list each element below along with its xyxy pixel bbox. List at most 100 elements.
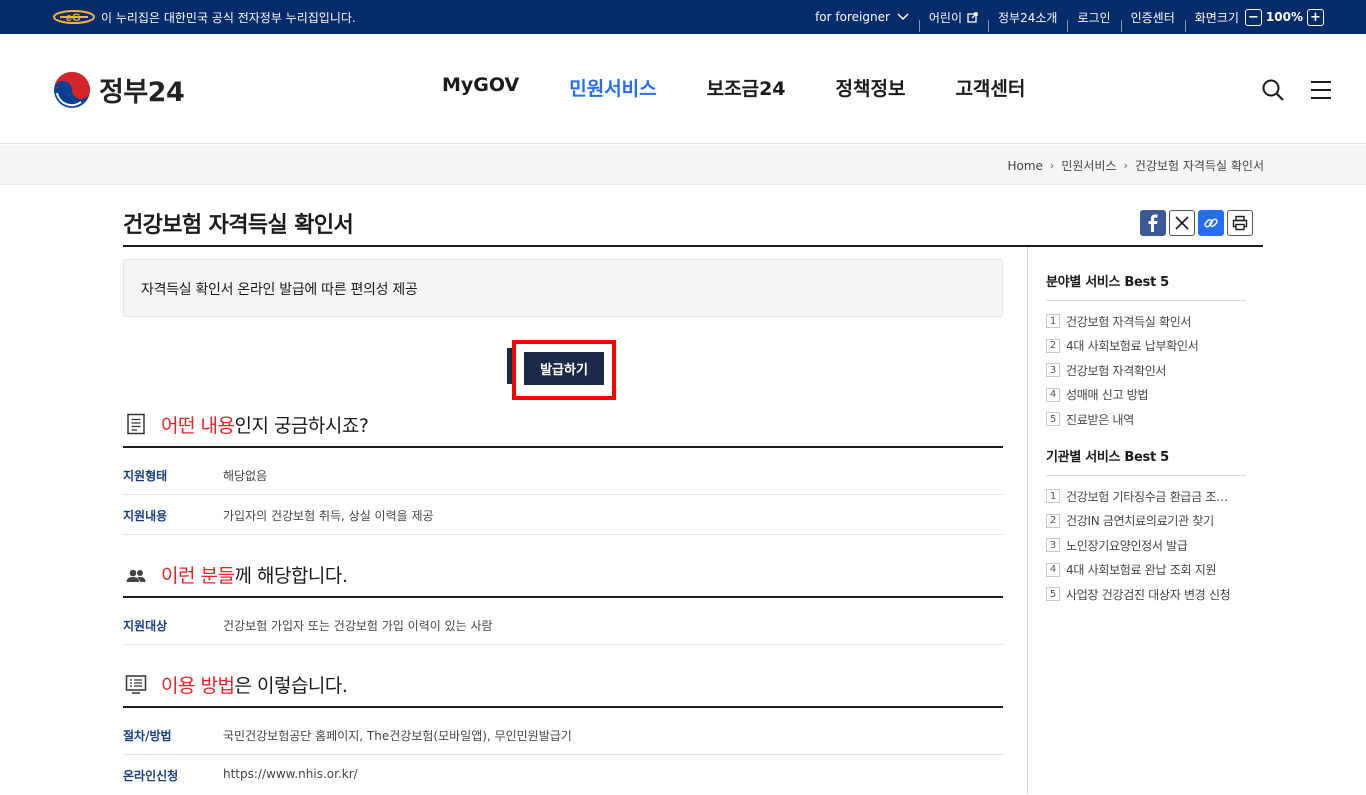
nav-subsidy24[interactable]: 보조금24 xyxy=(707,74,786,101)
section-how-title: 이용 방법은 이렇습니다. xyxy=(161,675,348,697)
chevron-right-icon: › xyxy=(1049,159,1055,172)
breadcrumb: Home › 민원서비스 › 건강보험 자격득실 확인서 xyxy=(1007,157,1264,174)
x-share-button[interactable] xyxy=(1169,210,1195,236)
sidebar-title: 분야별 서비스 Best 5 xyxy=(1046,271,1246,301)
brand-name: 정부24 xyxy=(99,77,185,108)
list-item[interactable]: 1 건강보험 자격득실 확인서 xyxy=(1046,309,1246,334)
nav-policy-info[interactable]: 정책정보 xyxy=(836,74,906,101)
chevron-right-icon: › xyxy=(1123,159,1128,172)
site-header: 정부24 MyGOV 민원서비스 보조금24 정책정보 고객센터 xyxy=(0,34,1366,144)
issue-button-highlight: 발급하기 xyxy=(512,340,616,400)
sidebar-agency-best: 기관별 서비스 Best 5 1 건강보험 기타징수금 환급금 조… 2 건강IN … xyxy=(1046,446,1246,607)
external-link-icon xyxy=(967,11,978,23)
rank-badge: 1 xyxy=(1046,489,1060,504)
cert-center-link[interactable]: 인증센터 xyxy=(1120,9,1185,32)
search-icon[interactable] xyxy=(1261,78,1285,102)
zoom-level: 100% xyxy=(1265,10,1303,24)
link-icon xyxy=(1204,218,1218,228)
rank-badge: 2 xyxy=(1046,513,1060,528)
section-how-header: 이용 방법은 이렇습니다. xyxy=(123,670,1003,708)
gov-banner: eG 이 누리집은 대한민국 공식 전자정부 누리집입니다. for forei… xyxy=(0,0,1366,34)
best-list: 1 건강보험 기타징수금 환급금 조… 2 건강IN 금연치료의료기관 찾기 3 노인… xyxy=(1046,484,1246,607)
print-icon xyxy=(1232,215,1248,231)
people-icon xyxy=(126,569,146,582)
utility-links: for foreigner 어린이 정부24소개 로그인 인증센터 화면크기 −… xyxy=(805,0,1334,34)
rank-badge: 2 xyxy=(1046,338,1060,353)
section-who-title: 이런 분들께 해당합니다. xyxy=(161,565,348,587)
section-what-header: 어떤 내용인지 궁금하시죠? xyxy=(123,410,1003,448)
x-icon xyxy=(1175,216,1189,230)
print-button[interactable] xyxy=(1227,210,1253,236)
table-row: 지원형태 해당없음 xyxy=(123,455,1003,495)
zoom-out-button[interactable]: − xyxy=(1244,8,1262,26)
list-item[interactable]: 3 노인장기요양인정서 발급 xyxy=(1046,533,1246,558)
rank-badge: 4 xyxy=(1046,387,1060,402)
breadcrumb-home[interactable]: Home xyxy=(1007,159,1042,173)
row-label: 온라인신청 xyxy=(123,769,179,783)
list-item[interactable]: 2 건강IN 금연치료의료기관 찾기 xyxy=(1046,509,1246,534)
list-item[interactable]: 1 건강보험 기타징수금 환급금 조… xyxy=(1046,484,1246,509)
breadcrumb-current: 건강보험 자격득실 확인서 xyxy=(1134,159,1264,173)
chevron-down-icon xyxy=(897,13,909,21)
sidebar-divider xyxy=(1027,247,1028,794)
taegeuk-logo-icon xyxy=(54,71,90,108)
menu-icon[interactable] xyxy=(1310,80,1332,100)
svg-text:eG: eG xyxy=(66,12,81,24)
table-row: 지원대상 건강보험 가입자 또는 건강보험 가입 이력이 있는 사람 xyxy=(123,605,1003,645)
summary-text: 자격득실 확인서 온라인 발급에 따른 편의성 제공 xyxy=(141,282,418,298)
rank-badge: 3 xyxy=(1046,363,1060,378)
row-label: 지원대상 xyxy=(123,619,168,633)
row-label: 절차/방법 xyxy=(123,729,172,743)
official-notice: 이 누리집은 대한민국 공식 전자정부 누리집입니다. xyxy=(101,11,356,25)
breadcrumb-bar: Home › 민원서비스 › 건강보험 자격득실 확인서 xyxy=(0,145,1366,185)
table-row: 온라인신청 https://www.nhis.or.kr/ xyxy=(123,755,1003,795)
section-who-header: 이런 분들께 해당합니다. xyxy=(123,560,1003,598)
best-list: 1 건강보험 자격득실 확인서 2 4대 사회보험료 납부확인서 3 건강보험 자격확… xyxy=(1046,309,1246,432)
document-icon xyxy=(127,413,145,435)
facebook-icon xyxy=(1148,214,1158,232)
egov-logo-icon: eG xyxy=(53,10,95,24)
nav-customer-center[interactable]: 고객센터 xyxy=(955,74,1025,101)
about-link[interactable]: 정부24소개 xyxy=(988,9,1067,32)
service-summary: 자격득실 확인서 온라인 발급에 따른 편의성 제공 xyxy=(123,259,1003,317)
nav-civil-service[interactable]: 민원서비스 xyxy=(569,74,656,101)
nav-mygov[interactable]: MyGOV xyxy=(442,74,519,101)
breadcrumb-civil-service[interactable]: 민원서비스 xyxy=(1061,157,1116,174)
zoom-control: 화면크기 − 100% + xyxy=(1184,8,1334,32)
issue-button[interactable]: 발급하기 xyxy=(524,352,604,388)
row-value: 해당없음 xyxy=(223,469,268,483)
facebook-share-button[interactable] xyxy=(1140,210,1166,236)
row-label: 지원형태 xyxy=(123,469,168,483)
list-item[interactable]: 2 4대 사회보험료 납부확인서 xyxy=(1046,334,1246,359)
title-divider xyxy=(123,245,1263,247)
rank-badge: 3 xyxy=(1046,538,1060,553)
list-icon xyxy=(125,675,147,694)
main-navigation: MyGOV 민원서비스 보조금24 정책정보 고객센터 xyxy=(442,74,1025,101)
home-logo[interactable]: 정부24 xyxy=(53,70,185,109)
share-tools xyxy=(1140,210,1253,236)
list-item[interactable]: 3 건강보험 자격확인서 xyxy=(1046,358,1246,383)
sidebar-field-best: 분야별 서비스 Best 5 1 건강보험 자격득실 확인서 2 4대 사회보험료 … xyxy=(1046,271,1246,432)
table-row: 지원내용 가입자의 건강보험 취득, 상실 이력을 제공 xyxy=(123,495,1003,535)
list-item[interactable]: 5 사업장 건강검진 대상자 변경 신청 xyxy=(1046,582,1246,607)
rank-badge: 1 xyxy=(1046,314,1060,329)
kids-link[interactable]: 어린이 xyxy=(918,9,988,32)
login-link[interactable]: 로그인 xyxy=(1067,9,1120,32)
copy-link-button[interactable] xyxy=(1198,210,1224,236)
row-value: 국민건강보험공단 홈페이지, The건강보험(모바일앱), 무인민원발급기 xyxy=(223,729,572,743)
row-value: 가입자의 건강보험 취득, 상실 이력을 제공 xyxy=(223,509,434,523)
list-item[interactable]: 5 진료받은 내역 xyxy=(1046,407,1246,432)
row-value: 건강보험 가입자 또는 건강보험 가입 이력이 있는 사람 xyxy=(223,619,493,633)
row-label: 지원내용 xyxy=(123,509,168,523)
online-apply-link[interactable]: https://www.nhis.or.kr/ xyxy=(223,767,358,781)
rank-badge: 5 xyxy=(1046,412,1060,427)
list-item[interactable]: 4 4대 사회보험료 완납 조회 지원 xyxy=(1046,558,1246,583)
sidebar-title: 기관별 서비스 Best 5 xyxy=(1046,446,1246,476)
list-item[interactable]: 4 성매매 신고 방법 xyxy=(1046,383,1246,408)
zoom-in-button[interactable]: + xyxy=(1307,8,1324,26)
section-what-title: 어떤 내용인지 궁금하시죠? xyxy=(161,415,369,437)
for-foreigner-link[interactable]: for foreigner xyxy=(805,10,919,24)
rank-badge: 5 xyxy=(1046,587,1060,602)
page-title: 건강보험 자격득실 확인서 xyxy=(123,213,354,238)
table-row: 절차/방법 국민건강보험공단 홈페이지, The건강보험(모바일앱), 무인민원… xyxy=(123,715,1003,755)
